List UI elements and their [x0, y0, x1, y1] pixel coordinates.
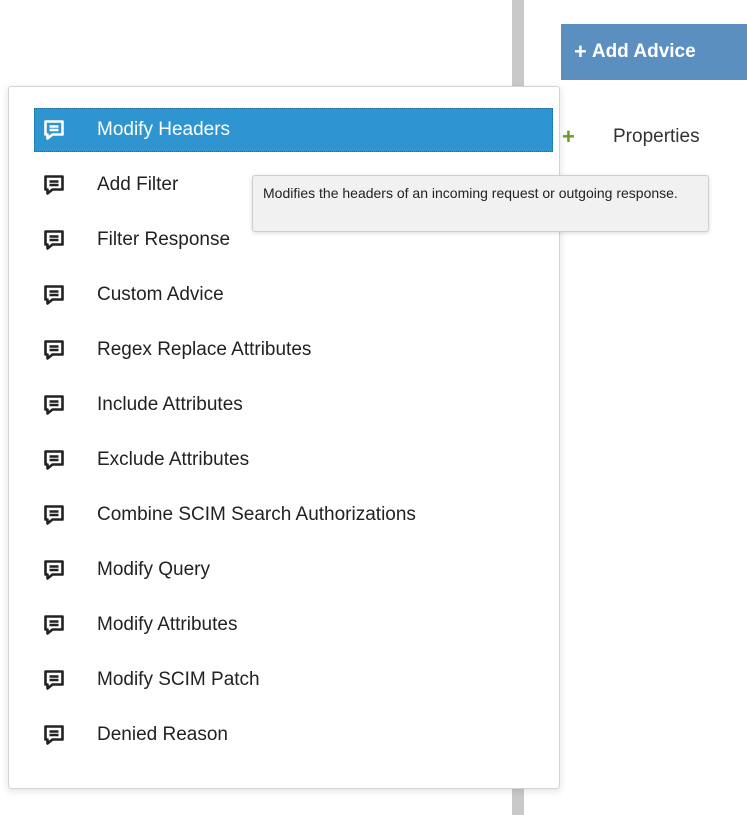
menu-item-label: Custom Advice — [97, 284, 224, 305]
tooltip-text: Modifies the headers of an incoming requ… — [263, 185, 678, 201]
tooltip: Modifies the headers of an incoming requ… — [252, 175, 709, 232]
comment-icon — [42, 173, 66, 197]
comment-icon — [42, 448, 66, 472]
comment-icon — [42, 668, 66, 692]
menu-item-label: Regex Replace Attributes — [97, 339, 312, 360]
menu-item-label: Modify Query — [97, 559, 210, 580]
plus-icon: + — [574, 39, 587, 64]
comment-icon — [42, 338, 66, 362]
menu-item-regex-replace-attributes[interactable]: Regex Replace Attributes — [34, 328, 553, 372]
add-advice-label: Add Advice — [591, 41, 696, 62]
menu-item-label: Modify Attributes — [97, 614, 238, 635]
comment-icon — [42, 393, 66, 417]
comment-icon — [42, 503, 66, 527]
menu-item-label: Add Filter — [97, 174, 179, 195]
comment-icon — [42, 283, 66, 307]
comment-icon — [42, 118, 66, 142]
menu-item-custom-advice[interactable]: Custom Advice — [34, 273, 553, 317]
properties-row[interactable]: + Properties — [562, 123, 700, 151]
menu-item-label: Include Attributes — [97, 394, 243, 415]
menu-item-label: Modify SCIM Patch — [97, 669, 260, 690]
menu-item-modify-headers[interactable]: Modify Headers — [34, 108, 553, 152]
menu-item-exclude-attributes[interactable]: Exclude Attributes — [34, 438, 553, 482]
menu-item-combine-scim-search-authorizations[interactable]: Combine SCIM Search Authorizations — [34, 493, 553, 537]
menu-item-denied-reason[interactable]: Denied Reason — [34, 713, 553, 757]
menu-item-label: Exclude Attributes — [97, 449, 250, 470]
add-advice-button[interactable]: + Add Advice — [561, 24, 747, 80]
menu-item-modify-scim-patch[interactable]: Modify SCIM Patch — [34, 658, 553, 702]
menu-item-modify-attributes[interactable]: Modify Attributes — [34, 603, 553, 647]
comment-icon — [42, 723, 66, 747]
menu-item-label: Combine SCIM Search Authorizations — [97, 504, 416, 525]
menu-item-label: Filter Response — [97, 229, 231, 250]
properties-label: Properties — [613, 126, 700, 147]
plus-icon[interactable]: + — [562, 124, 582, 150]
menu-item-include-attributes[interactable]: Include Attributes — [34, 383, 553, 427]
menu-item-label: Denied Reason — [97, 724, 228, 745]
comment-icon — [42, 558, 66, 582]
comment-icon — [42, 613, 66, 637]
menu-item-label: Modify Headers — [97, 119, 231, 140]
menu-item-modify-query[interactable]: Modify Query — [34, 548, 553, 592]
comment-icon — [42, 228, 66, 252]
